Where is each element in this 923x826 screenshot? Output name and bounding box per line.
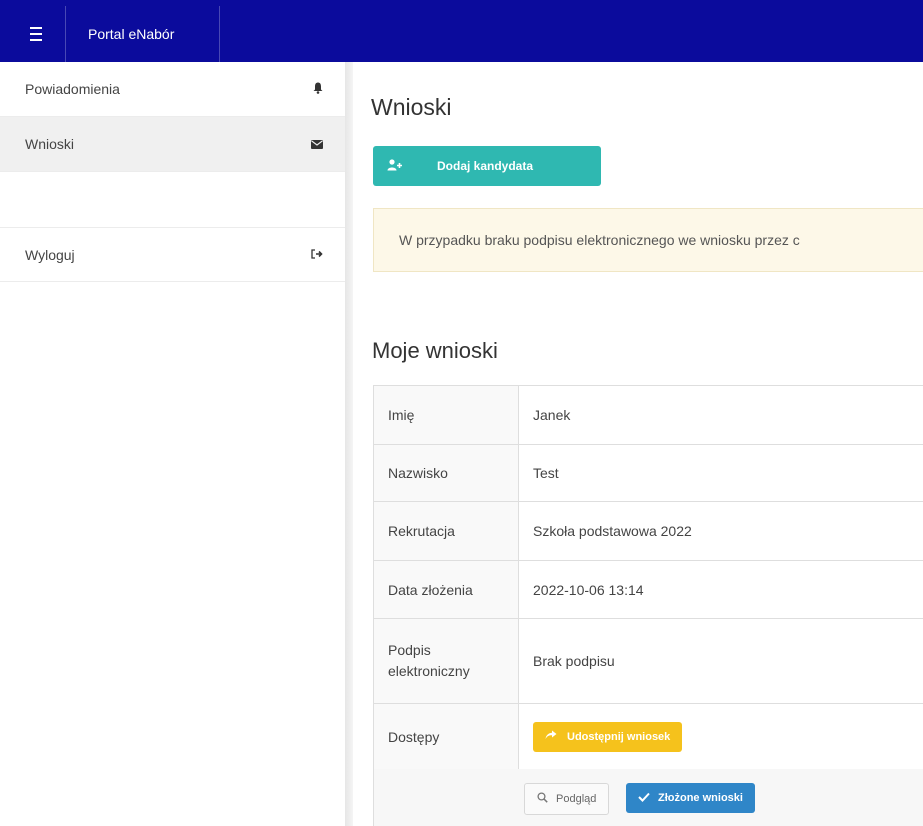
user-plus-icon (387, 158, 403, 174)
sidebar-item-label: Wnioski (25, 136, 75, 152)
share-application-label: Udostępnij wniosek (567, 730, 671, 743)
table-row: Podpis elektroniczny Brak podpisu (373, 618, 923, 704)
section-title-my-applications: Moje wnioski (372, 338, 498, 363)
signature-alert: W przypadku braku podpisu elektroniczneg… (373, 208, 923, 272)
sidebar-item-notifications[interactable]: Powiadomienia (0, 62, 345, 117)
sidebar: Powiadomienia Wnioski Wyloguj (0, 62, 346, 826)
add-candidate-button[interactable]: Dodaj kandydata (373, 146, 601, 186)
menu-toggle-button[interactable] (6, 6, 66, 62)
table-row: Rekrutacja Szkoła podstawowa 2022 (373, 501, 923, 561)
main-content: Wnioski Dodaj kandydata W przypadku brak… (353, 62, 923, 826)
sidebar-item-label: Wyloguj (25, 246, 75, 263)
sign-out-icon (311, 247, 323, 262)
row-key-first-name: Imię (373, 385, 519, 445)
check-icon (638, 792, 650, 805)
row-value-access: Udostępnij wniosek (518, 703, 923, 770)
table-footer-actions: Podgląd Złożone wnioski (373, 769, 923, 826)
bell-icon (313, 82, 323, 97)
app-title[interactable]: Portal eNabór (66, 6, 220, 62)
hamburger-icon (29, 25, 42, 43)
row-value-first-name: Janek (518, 385, 923, 445)
row-value-e-signature: Brak podpisu (518, 618, 923, 704)
table-row: Dostępy Udostępnij wniosek (373, 703, 923, 770)
share-arrow-icon (545, 730, 557, 743)
sidebar-item-label: Powiadomienia (25, 81, 120, 97)
search-icon (537, 792, 548, 806)
preview-label: Podgląd (556, 793, 597, 805)
preview-button[interactable]: Podgląd (524, 783, 610, 815)
table-row: Data złożenia 2022-10-06 13:14 (373, 560, 923, 619)
row-key-e-signature: Podpis elektroniczny (373, 618, 519, 704)
add-candidate-label: Dodaj kandydata (437, 159, 534, 173)
row-key-access: Dostępy (373, 703, 519, 770)
submitted-applications-button[interactable]: Złożone wnioski (626, 783, 755, 813)
row-value-last-name: Test (518, 444, 923, 502)
row-key-last-name: Nazwisko (373, 444, 519, 502)
row-key-submission-date: Data złożenia (373, 560, 519, 619)
envelope-icon (311, 137, 323, 152)
sidebar-item-logout[interactable]: Wyloguj (0, 227, 345, 282)
sidebar-divider (345, 62, 353, 826)
row-value-submission-date: 2022-10-06 13:14 (518, 560, 923, 619)
application-details-table: Imię Janek Nazwisko Test Rekrutacja Szko… (373, 385, 923, 770)
top-navbar: Portal eNabór (0, 0, 923, 62)
share-application-button[interactable]: Udostępnij wniosek (533, 721, 683, 752)
sidebar-item-applications[interactable]: Wnioski (0, 117, 345, 172)
alert-text: W przypadku braku podpisu elektroniczneg… (399, 232, 800, 248)
table-row: Nazwisko Test (373, 444, 923, 502)
table-row: Imię Janek (373, 385, 923, 445)
row-value-recruitment: Szkoła podstawowa 2022 (518, 501, 923, 561)
submitted-applications-label: Złożone wnioski (658, 792, 743, 804)
row-key-recruitment: Rekrutacja (373, 501, 519, 561)
page-title: Wnioski (371, 94, 452, 120)
